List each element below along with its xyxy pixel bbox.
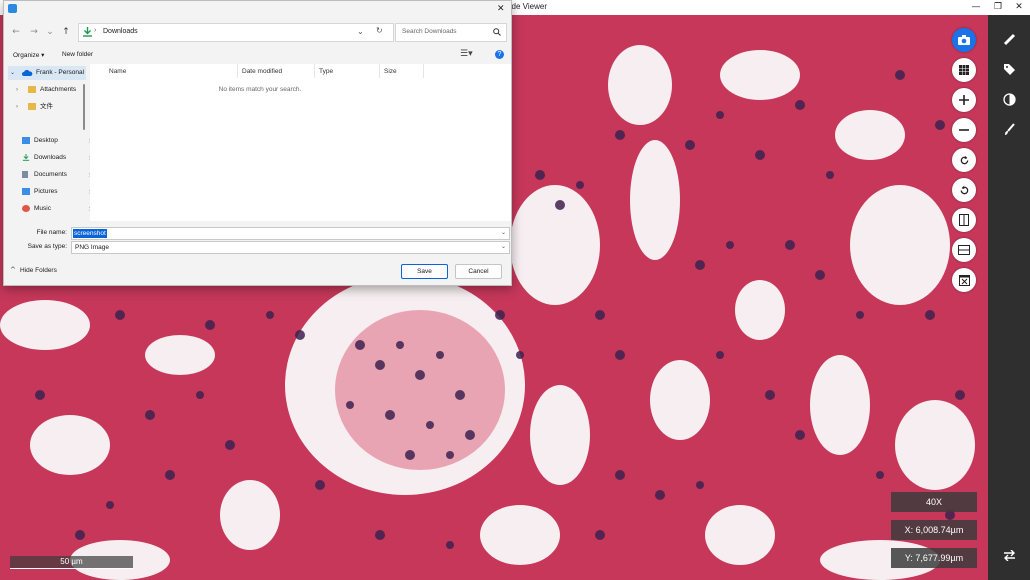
maximize-button[interactable]: ❐ [988,1,1008,14]
magnification-readout: 40X [891,492,977,512]
sidebar-item-label: Downloads [34,154,67,161]
back-arrow-icon[interactable]: ← [10,26,22,38]
organize-menu[interactable]: Organize ▾ [13,51,44,59]
desktop-icon [22,137,30,144]
save-type-label: Save as type: [27,243,67,250]
folder-icon [28,103,36,110]
search-placeholder: Search Downloads [402,28,457,35]
save-form: File name: screenshot ⌄ Save as type: PN… [4,223,511,254]
save-type-select[interactable]: PNG Image ⌄ [71,241,510,254]
expand-chevron-icon[interactable]: ⌄ [10,66,15,80]
download-icon [22,154,30,161]
grid-icon[interactable] [952,58,976,82]
sidebar-item-label: Pictures [34,188,58,195]
new-folder-button[interactable]: New folder [62,51,93,58]
address-dropdown-icon[interactable]: ⌄ [357,27,364,36]
camera-icon[interactable] [952,28,976,52]
file-name-label: File name: [36,229,67,236]
right-tool-rail [988,15,1030,580]
ruler-icon[interactable] [995,25,1023,53]
sidebar-item-label: 文件 [40,103,53,110]
address-row: ← → ⌄ ↑ › Downloads ⌄ ↻ Search Downloads [4,19,511,45]
folder-icon [28,86,36,93]
column-divider[interactable] [423,64,424,78]
file-name-input[interactable]: screenshot ⌄ [71,227,510,240]
onedrive-cloud-icon [22,70,33,76]
column-divider[interactable] [379,64,380,78]
save-as-dialog: ✕ ← → ⌄ ↑ › Downloads ⌄ ↻ Search Downloa… [3,0,512,286]
scale-bar: 50 µm [10,556,133,569]
contrast-icon[interactable] [995,85,1023,113]
sidebar-item-onedrive[interactable]: ⌄ Frank - Personal [8,66,86,80]
expand-chevron-icon[interactable]: › [16,100,18,114]
sidebar-item-label: Desktop [34,137,58,144]
file-name-value: screenshot [73,229,107,238]
viewer-title: lide Viewer [508,2,547,11]
column-divider[interactable] [314,64,315,78]
rotate-left-icon[interactable] [952,178,976,202]
file-list: Name Date modified Type Size No items ma… [90,64,511,221]
sidebar-item-label: Music [34,205,51,212]
flip-vertical-icon[interactable] [952,208,976,232]
column-header-type[interactable]: Type [319,68,333,75]
nav-scrollbar[interactable] [83,84,85,130]
column-divider[interactable] [237,64,238,78]
zoom-in-icon[interactable] [952,88,976,112]
save-type-value: PNG Image [75,244,109,251]
search-input[interactable]: Search Downloads [395,23,507,42]
help-icon[interactable]: ? [495,50,504,59]
forward-arrow-icon[interactable]: → [28,26,40,38]
app-icon [8,4,17,13]
address-bar[interactable]: › Downloads ⌄ ↻ [78,23,394,42]
brush-icon[interactable] [995,115,1023,143]
sidebar-item-attachments[interactable]: › Attachments [14,83,94,97]
column-header-size[interactable]: Size [384,68,397,75]
cancel-button[interactable]: Cancel [455,264,502,279]
document-icon [22,171,28,178]
pictures-icon [22,188,30,195]
download-folder-icon [83,27,92,37]
dialog-button-row: ^ Hide Folders Save Cancel [4,259,511,283]
hide-folders-button[interactable]: Hide Folders [20,267,57,274]
zoom-out-icon[interactable] [952,118,976,142]
sidebar-item-label: Attachments [40,86,77,93]
empty-message: No items match your search. [218,86,302,93]
sidebar-item-label: Frank - Personal [36,69,85,76]
column-header-date-modified[interactable]: Date modified [242,68,282,75]
chevron-down-icon[interactable]: ⌄ [501,243,506,250]
chevron-down-icon[interactable]: ⌄ [501,229,506,236]
column-header-name[interactable]: Name [109,68,126,75]
music-icon [22,205,30,212]
flip-horizontal-icon[interactable] [952,238,976,262]
sidebar-item-label: Documents [34,171,67,178]
sidebar-item-chinese-folder[interactable]: › 文件 [14,100,94,114]
view-options-icon[interactable]: ☰▾ [460,49,473,59]
up-arrow-icon[interactable]: ↑ [60,26,72,38]
x-coordinate-readout: X: 6,008.74µm [891,520,977,540]
expand-chevron-icon[interactable]: › [16,83,18,97]
close-window-button[interactable]: ✕ [1009,1,1029,14]
recent-chevron-icon[interactable]: ⌄ [44,26,56,38]
y-coordinate-readout: Y: 7,677.99µm [891,548,977,568]
address-text: Downloads [103,28,138,35]
dialog-titlebar: ✕ [4,1,511,17]
dialog-close-button[interactable]: ✕ [497,3,505,14]
chevron-up-icon: ^ [10,266,16,274]
close-view-icon[interactable] [952,268,976,292]
minimize-button[interactable]: — [966,1,986,14]
save-button[interactable]: Save [401,264,448,279]
rotate-right-icon[interactable] [952,148,976,172]
swap-icon[interactable] [995,541,1023,569]
tag-icon[interactable] [995,55,1023,83]
refresh-icon[interactable]: ↻ [376,26,383,35]
command-bar: Organize ▾ New folder ☰▾ ? [4,47,511,63]
search-icon [493,28,501,36]
breadcrumb-chevron-icon: › [94,27,97,34]
navigation-pane: ⌄ Frank - Personal › Attachments › 文件 De… [4,64,95,221]
